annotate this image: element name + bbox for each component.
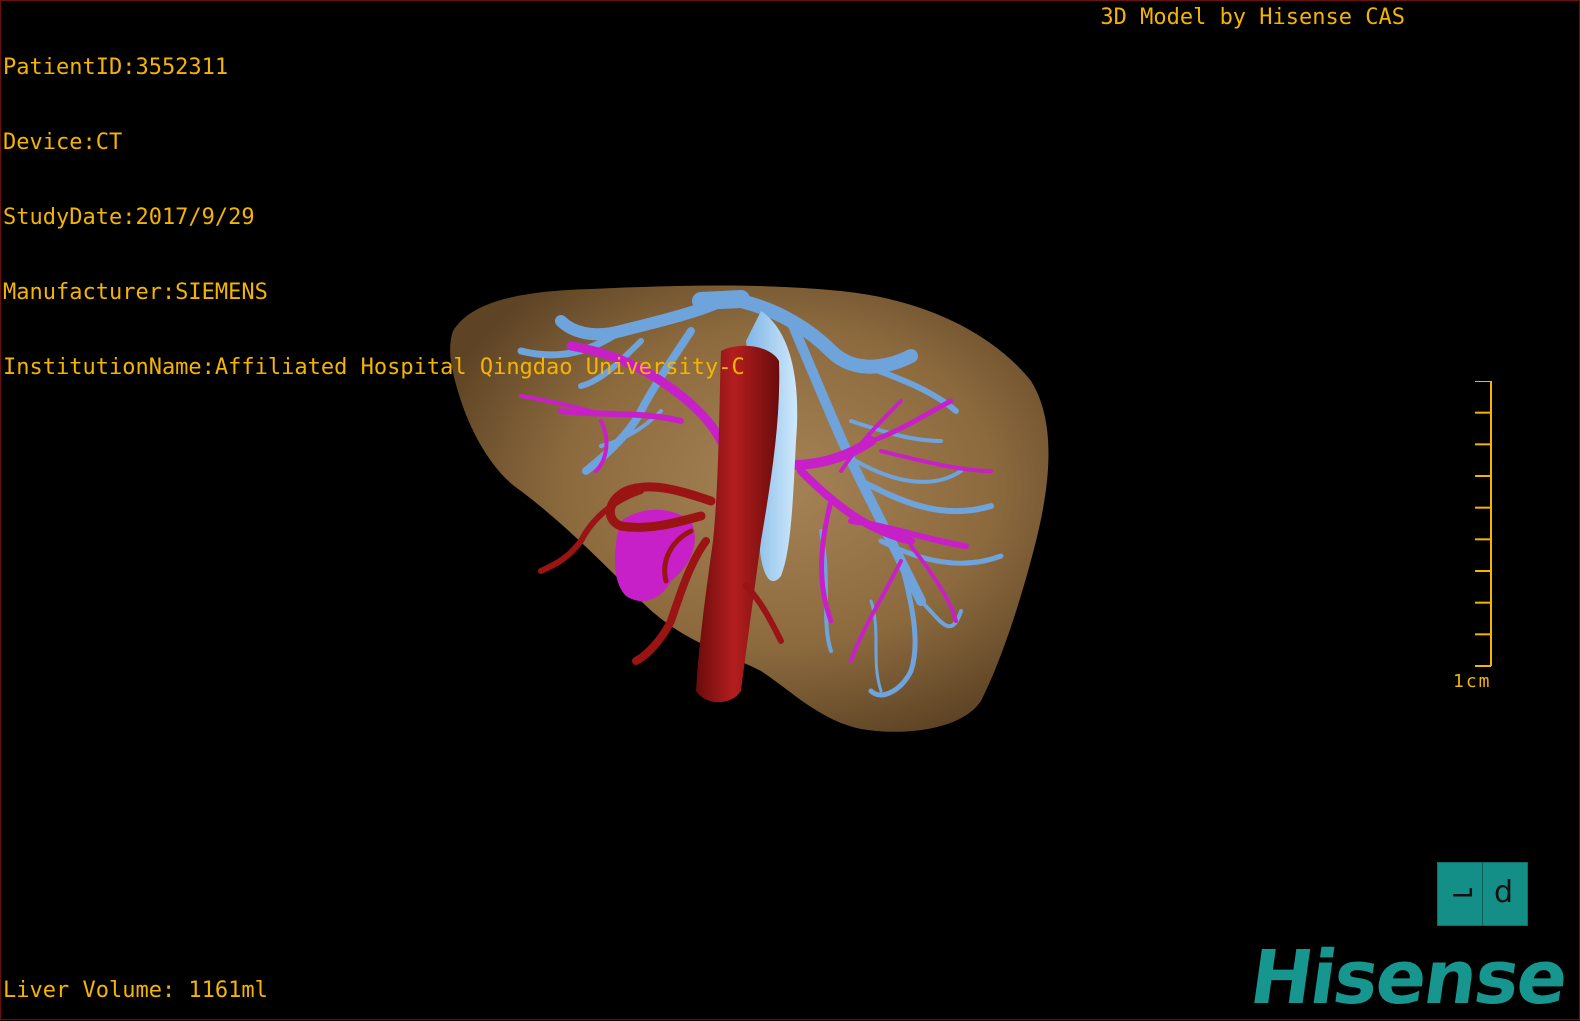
scale-label: 1cm (1453, 671, 1492, 692)
orientation-glyph-left: ⌐ (1450, 876, 1476, 911)
liver-volume-text: Liver Volume: 1161ml (3, 978, 268, 1003)
scale-bar (1475, 381, 1492, 667)
institution-text: InstitutionName:Affiliated Hospital Qing… (3, 355, 745, 380)
hisense-logo: Hisense (1244, 935, 1572, 1021)
orientation-glyph-right: d (1494, 875, 1514, 910)
dicom-info-block: PatientID:3552311 Device:CT StudyDate:20… (3, 5, 745, 430)
device-text: Device:CT (3, 130, 123, 155)
patient-id-text: PatientID:3552311 (3, 55, 229, 80)
manufacturer-text: Manufacturer:SIEMENS (3, 280, 268, 305)
orientation-cube-divider (1482, 863, 1483, 925)
3d-viewport[interactable]: PatientID:3552311 Device:CT StudyDate:20… (0, 0, 1580, 1021)
model-credit-text: 3D Model by Hisense CAS (1100, 5, 1405, 30)
orientation-cube[interactable]: ⌐ d (1437, 862, 1528, 926)
study-date-text: StudyDate:2017/9/29 (3, 205, 255, 230)
